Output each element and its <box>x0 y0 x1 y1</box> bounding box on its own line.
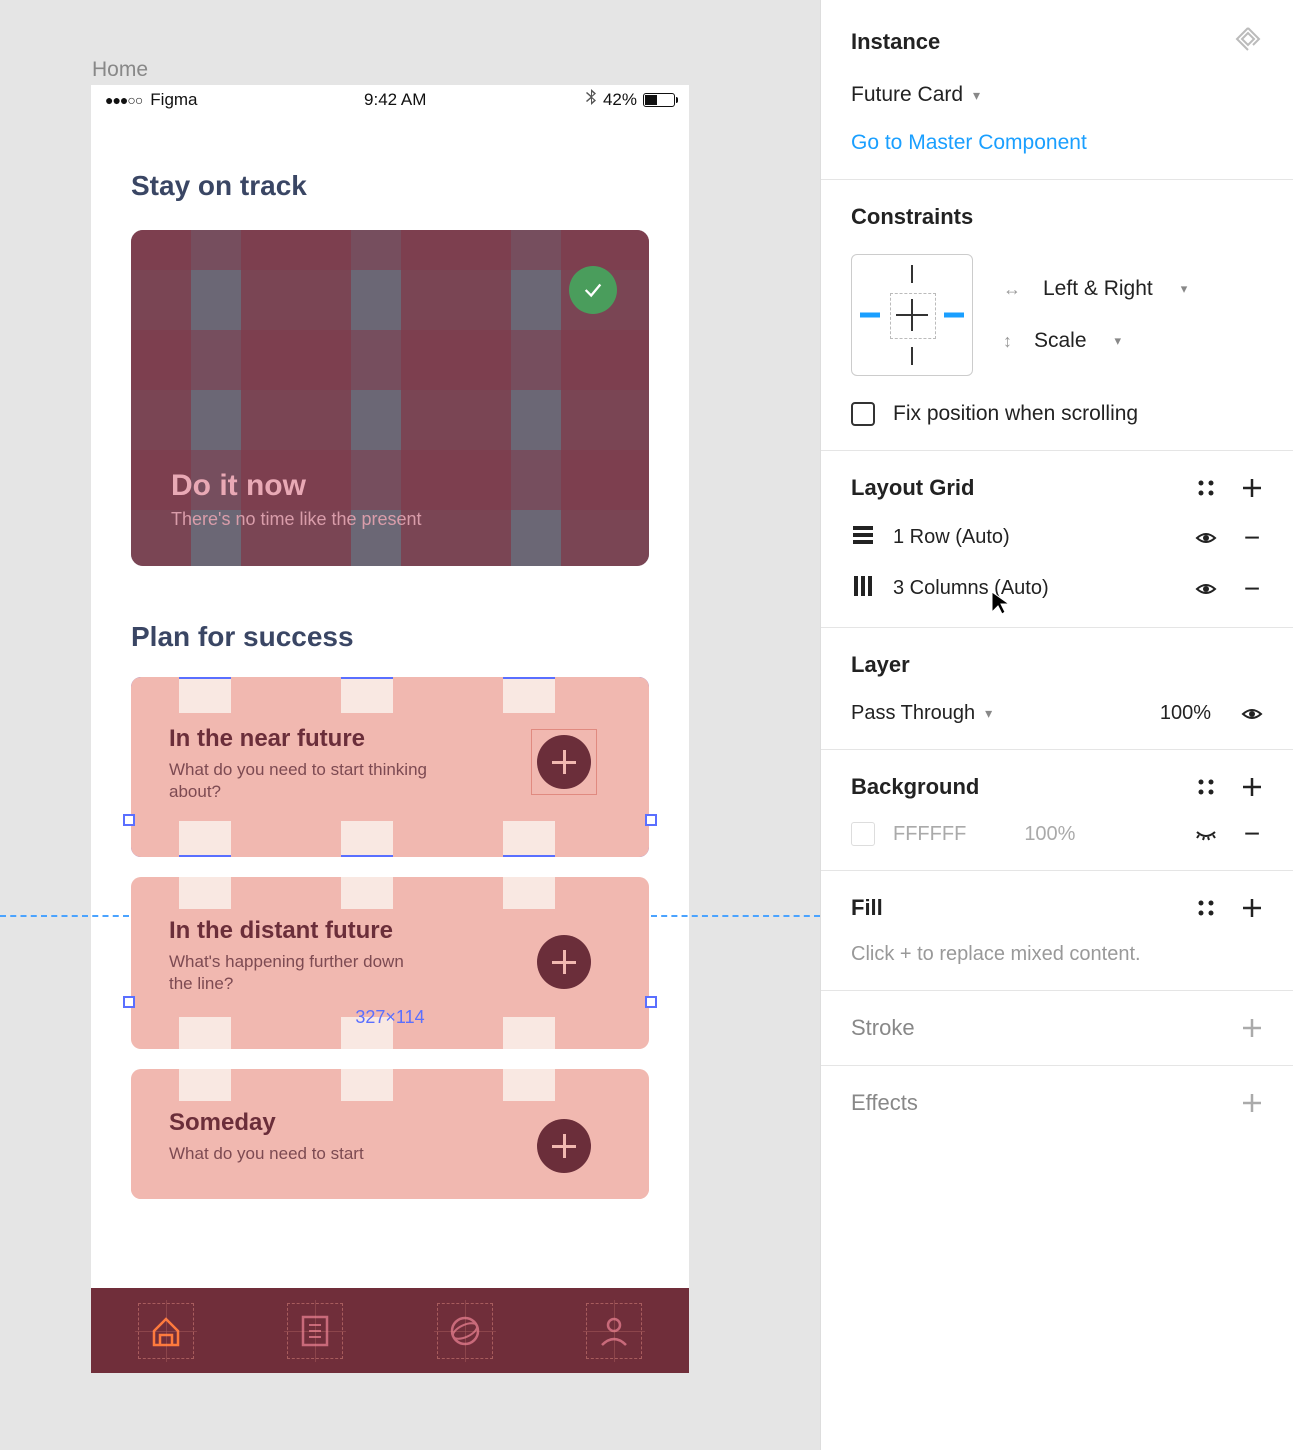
constraints-section: Constraints ↔ Left & Right ▾ ↕ Sca <box>821 180 1293 451</box>
add-button[interactable] <box>537 735 591 789</box>
section-title-stay: Stay on track <box>131 170 649 202</box>
tab-list-icon[interactable] <box>297 1313 333 1349</box>
stroke-section: Stroke <box>821 991 1293 1066</box>
add-fill-icon[interactable] <box>1241 897 1263 919</box>
design-canvas[interactable]: Home ●●●○○ Figma 9:42 AM 42% Stay on tr <box>0 0 820 1450</box>
add-button[interactable] <box>537 935 591 989</box>
goto-master-link[interactable]: Go to Master Component <box>851 131 1263 155</box>
battery-icon <box>643 93 675 107</box>
future-card-title: Someday <box>169 1109 429 1137</box>
tab-home-icon[interactable] <box>148 1313 184 1349</box>
instance-component-name: Future Card <box>851 83 963 107</box>
tab-bar <box>91 1288 689 1373</box>
add-effect-icon[interactable] <box>1241 1092 1263 1114</box>
fill-title: Fill <box>851 895 883 921</box>
section-title-plan: Plan for success <box>131 621 649 653</box>
horizontal-constraint-select[interactable]: ↔ Left & Right ▾ <box>1003 277 1187 301</box>
fill-mixed-hint: Click + to replace mixed content. <box>851 943 1263 966</box>
instance-component-select[interactable]: Future Card ▾ <box>851 83 1263 107</box>
constraint-diagram[interactable] <box>851 254 973 376</box>
battery-pct: 42% <box>603 90 637 110</box>
stroke-title: Stroke <box>851 1015 915 1041</box>
future-card-distant[interactable]: In the distant future What's happening f… <box>131 877 649 1049</box>
add-background-icon[interactable] <box>1241 776 1263 798</box>
styles-icon[interactable] <box>1195 477 1217 499</box>
blend-mode-select[interactable]: Pass Through ▾ <box>851 702 992 725</box>
chevron-down-icon: ▾ <box>1115 333 1122 349</box>
effects-title: Effects <box>851 1090 918 1116</box>
layer-section: Layer Pass Through ▾ 100% <box>821 628 1293 750</box>
hero-title: Do it now <box>171 469 422 503</box>
future-card-title: In the near future <box>169 725 429 753</box>
hero-card[interactable]: Do it now There's no time like the prese… <box>131 230 649 566</box>
remove-grid-icon[interactable]: − <box>1241 527 1263 549</box>
constraints-title: Constraints <box>851 204 1263 230</box>
fix-position-checkbox-row[interactable]: Fix position when scrolling <box>851 402 1263 426</box>
styles-icon[interactable] <box>1195 897 1217 919</box>
layer-title: Layer <box>851 652 1263 678</box>
status-bar: ●●●○○ Figma 9:42 AM 42% <box>91 85 689 115</box>
tab-explore-icon[interactable] <box>447 1313 483 1349</box>
fix-position-checkbox[interactable] <box>851 402 875 426</box>
horizontal-arrow-icon: ↔ <box>1003 279 1021 300</box>
future-card-title: In the distant future <box>169 917 429 945</box>
fix-position-label: Fix position when scrolling <box>893 402 1138 426</box>
vertical-constraint-select[interactable]: ↕ Scale ▾ <box>1003 329 1187 353</box>
chevron-down-icon: ▾ <box>985 705 992 722</box>
add-stroke-icon[interactable] <box>1241 1017 1263 1039</box>
bluetooth-icon <box>585 89 597 111</box>
properties-panel: Instance Future Card ▾ Go to Master Comp… <box>820 0 1293 1450</box>
add-grid-icon[interactable] <box>1241 477 1263 499</box>
future-card-subtitle: What do you need to start thinking about… <box>169 759 429 803</box>
remove-background-icon[interactable]: − <box>1241 823 1263 845</box>
layout-grid-section: Layout Grid 1 Row (Auto) <box>821 451 1293 628</box>
effects-section: Effects <box>821 1066 1293 1140</box>
background-section: Background FFFFFF 100% − <box>821 750 1293 871</box>
vertical-arrow-icon: ↕ <box>1003 331 1012 352</box>
columns-icon <box>851 574 875 603</box>
frame-label[interactable]: Home <box>92 58 148 82</box>
grid-row-item[interactable]: 1 Row (Auto) − <box>851 523 1263 552</box>
phone-frame[interactable]: ●●●○○ Figma 9:42 AM 42% Stay on track <box>91 85 689 1373</box>
future-card-subtitle: What do you need to start <box>169 1143 429 1165</box>
styles-icon[interactable] <box>1195 776 1217 798</box>
add-button[interactable] <box>537 1119 591 1173</box>
background-opacity-input[interactable]: 100% <box>1024 823 1075 846</box>
background-hex-input[interactable]: FFFFFF <box>893 823 966 846</box>
tab-profile-icon[interactable] <box>596 1313 632 1349</box>
signal-icon: ●●●○○ <box>105 92 142 108</box>
visibility-toggle-icon[interactable] <box>1195 527 1217 549</box>
instance-section: Instance Future Card ▾ Go to Master Comp… <box>821 0 1293 180</box>
hero-subtitle: There's no time like the present <box>171 509 422 530</box>
instance-title: Instance <box>851 29 940 55</box>
grid-row-item[interactable]: 3 Columns (Auto) − <box>851 574 1263 603</box>
chevron-down-icon: ▾ <box>973 87 980 104</box>
future-card-subtitle: What's happening further down the line? <box>169 951 429 995</box>
layer-opacity-input[interactable]: 100% <box>1160 702 1211 725</box>
visibility-hidden-icon[interactable] <box>1195 823 1217 845</box>
rows-icon <box>851 523 875 552</box>
background-swatch[interactable] <box>851 822 875 846</box>
background-title: Background <box>851 774 979 800</box>
future-card-near[interactable]: In the near future What do you need to s… <box>131 677 649 857</box>
checkmark-badge[interactable] <box>569 266 617 314</box>
chevron-down-icon: ▾ <box>1181 281 1188 297</box>
remove-grid-icon[interactable]: − <box>1241 578 1263 600</box>
future-card-someday[interactable]: Someday What do you need to start <box>131 1069 649 1199</box>
clock: 9:42 AM <box>206 90 585 110</box>
visibility-toggle-icon[interactable] <box>1195 578 1217 600</box>
carrier-label: Figma <box>150 90 197 110</box>
fill-section: Fill Click + to replace mixed content. <box>821 871 1293 991</box>
reset-instance-icon[interactable] <box>1233 24 1263 59</box>
layout-grid-title: Layout Grid <box>851 475 974 501</box>
layer-visibility-icon[interactable] <box>1241 703 1263 725</box>
